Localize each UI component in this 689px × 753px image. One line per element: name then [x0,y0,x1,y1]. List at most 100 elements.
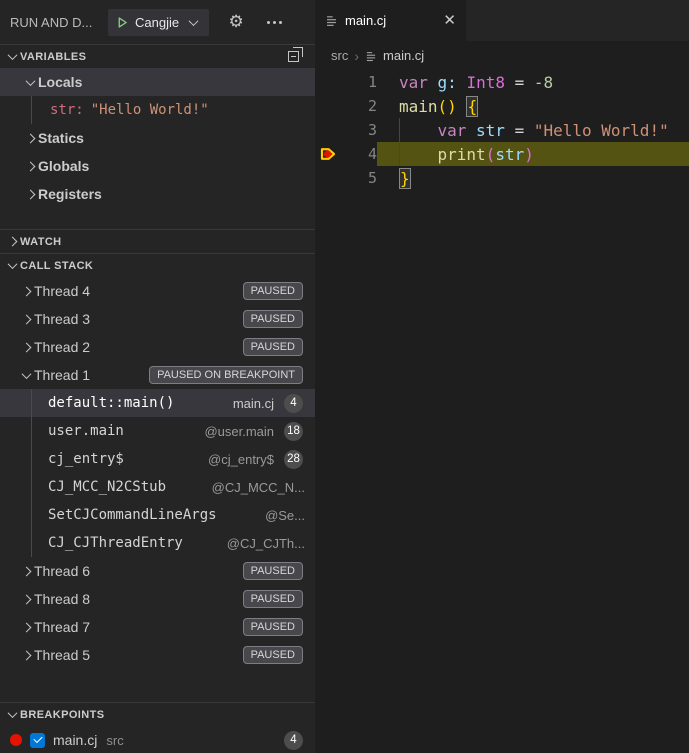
line-content[interactable]: main() { [377,94,689,118]
code-line[interactable]: 1var g: Int8 = -8 [315,70,689,94]
line-content[interactable]: var str = "Hello World!" [377,118,689,142]
breakpoint-row[interactable]: main.cjsrc4 [0,726,315,753]
line-content[interactable]: var g: Int8 = -8 [377,70,689,94]
tab-main-cj[interactable]: main.cj ✕ [315,0,466,41]
stack-frame-row[interactable]: cj_entry$@cj_entry$28 [0,445,315,473]
thread-status-badge: PAUSED [243,646,303,664]
thread-status-badge: PAUSED [243,590,303,608]
more-actions-icon[interactable] [263,11,285,33]
breakpoint-count-badge: 4 [284,731,303,750]
call-stack-section-header[interactable]: CALL STACK [0,253,315,277]
breadcrumb: src › main.cj [315,41,689,70]
breakpoints-list: main.cjsrc4 [0,726,315,753]
code-editor[interactable]: 1var g: Int8 = -82main() { 3 var str = "He… [315,70,689,753]
breakpoint-path: src [106,733,123,748]
breadcrumb-file[interactable]: main.cj [383,48,424,63]
token: Int8 [466,73,505,92]
code-line[interactable]: 2main() { [315,94,689,118]
variable-row[interactable]: str:"Hello World!" [0,96,315,124]
thread-label: Thread 7 [34,619,90,635]
code-text: var str = "Hello World!" [399,121,669,140]
chevron-down-icon [4,49,20,65]
frame-location: @CJ_MCC_N... [212,480,305,495]
token: { [466,96,478,117]
chevron-down-icon [185,14,201,30]
stack-frame-row[interactable]: user.main@user.main18 [0,417,315,445]
frame-name: cj_entry$ [48,451,124,467]
variable-scope-row[interactable]: Statics [0,124,315,152]
stack-frame-row[interactable]: CJ_MCC_N2CStub@CJ_MCC_N... [0,473,315,501]
line-content[interactable]: } [377,166,689,190]
line-number: 1 [341,73,377,91]
chevron-right-icon [18,311,34,327]
indent-guide [31,96,32,124]
thread-row[interactable]: Thread 3PAUSED [0,305,315,333]
scope-label: Registers [38,186,102,202]
indent-guide [31,445,32,473]
chevron-right-icon [18,619,34,635]
line-number: 3 [341,121,377,139]
code-text: main() { [399,97,478,116]
stack-frame-row[interactable]: default::main()main.cj4 [0,389,315,417]
current-breakpoint-icon[interactable] [315,145,341,163]
editor-area: main.cj ✕ src › main.cj 1var g: Int8 = -… [315,0,689,753]
close-icon[interactable]: ✕ [443,13,456,28]
chevron-right-icon [18,283,34,299]
scope-label: Statics [38,130,84,146]
token: var [399,73,438,92]
thread-status-badge: PAUSED ON BREAKPOINT [149,366,303,384]
code-line[interactable]: 3 var str = "Hello World!" [315,118,689,142]
breakpoint-checkbox[interactable] [30,733,45,748]
chevron-right-icon [18,647,34,663]
variable-scope-row[interactable]: Locals [0,68,315,96]
editor-tab-bar: main.cj ✕ [315,0,689,41]
code-line[interactable]: 5} [315,166,689,190]
indent-guide [31,501,32,529]
variable-scope-row[interactable]: Registers [0,180,315,208]
stack-frame-row[interactable]: CJ_CJThreadEntry@CJ_CJTh... [0,529,315,557]
stack-frame-row[interactable]: SetCJCommandLineArgs@Se... [0,501,315,529]
indent-guide [31,389,32,417]
thread-row[interactable]: Thread 8PAUSED [0,585,315,613]
token: var [438,121,477,140]
token: g: [438,73,457,92]
start-debug-icon[interactable] [116,16,129,29]
chevron-right-icon: › [354,48,359,64]
variables-section-label: VARIABLES [20,51,86,63]
breakpoints-section-header[interactable]: BREAKPOINTS [0,702,315,726]
call-stack-section-label: CALL STACK [20,260,93,272]
frame-name: default::main() [48,395,174,411]
thread-row[interactable]: Thread 7PAUSED [0,613,315,641]
frame-line-badge: 28 [284,450,303,469]
line-content[interactable]: print(str) [377,142,689,166]
chevron-down-icon [4,707,20,723]
variables-section-header[interactable]: VARIABLES [0,44,315,68]
launch-config-label: Cangjie [135,15,179,30]
thread-row[interactable]: Thread 6 PAUSED [0,557,315,585]
token: main [399,97,438,116]
thread-row[interactable]: Thread 2PAUSED [0,333,315,361]
variable-scope-row[interactable]: Globals [0,152,315,180]
frame-name: SetCJCommandLineArgs [48,507,217,523]
code-line[interactable]: 4print(str) [315,142,689,166]
thread-row[interactable]: Thread 5PAUSED [0,641,315,669]
token: () [438,97,457,116]
thread-row[interactable]: Thread 1PAUSED ON BREAKPOINT [0,361,315,389]
variable-value: "Hello World!" [91,102,209,118]
variables-list: Localsstr:"Hello World!" Statics Globals Re… [0,68,315,208]
thread-label: Thread 3 [34,311,90,327]
watch-section-header[interactable]: WATCH [0,229,315,253]
sidebar-header: RUN AND D... Cangjie ⚙ [0,0,315,44]
gear-icon[interactable]: ⚙ [225,11,247,33]
thread-status-badge: PAUSED [243,562,303,580]
breadcrumb-folder[interactable]: src [331,48,348,63]
launch-config-dropdown[interactable]: Cangjie [108,9,209,36]
thread-label: Thread 4 [34,283,90,299]
indent-guide [31,529,32,557]
collapse-all-icon[interactable] [288,47,303,62]
frame-location: @CJ_CJTh... [227,536,305,551]
indent-guide [31,473,32,501]
breakpoint-icon [10,734,22,746]
thread-label: Thread 6 [34,563,90,579]
thread-row[interactable]: Thread 4PAUSED [0,277,315,305]
